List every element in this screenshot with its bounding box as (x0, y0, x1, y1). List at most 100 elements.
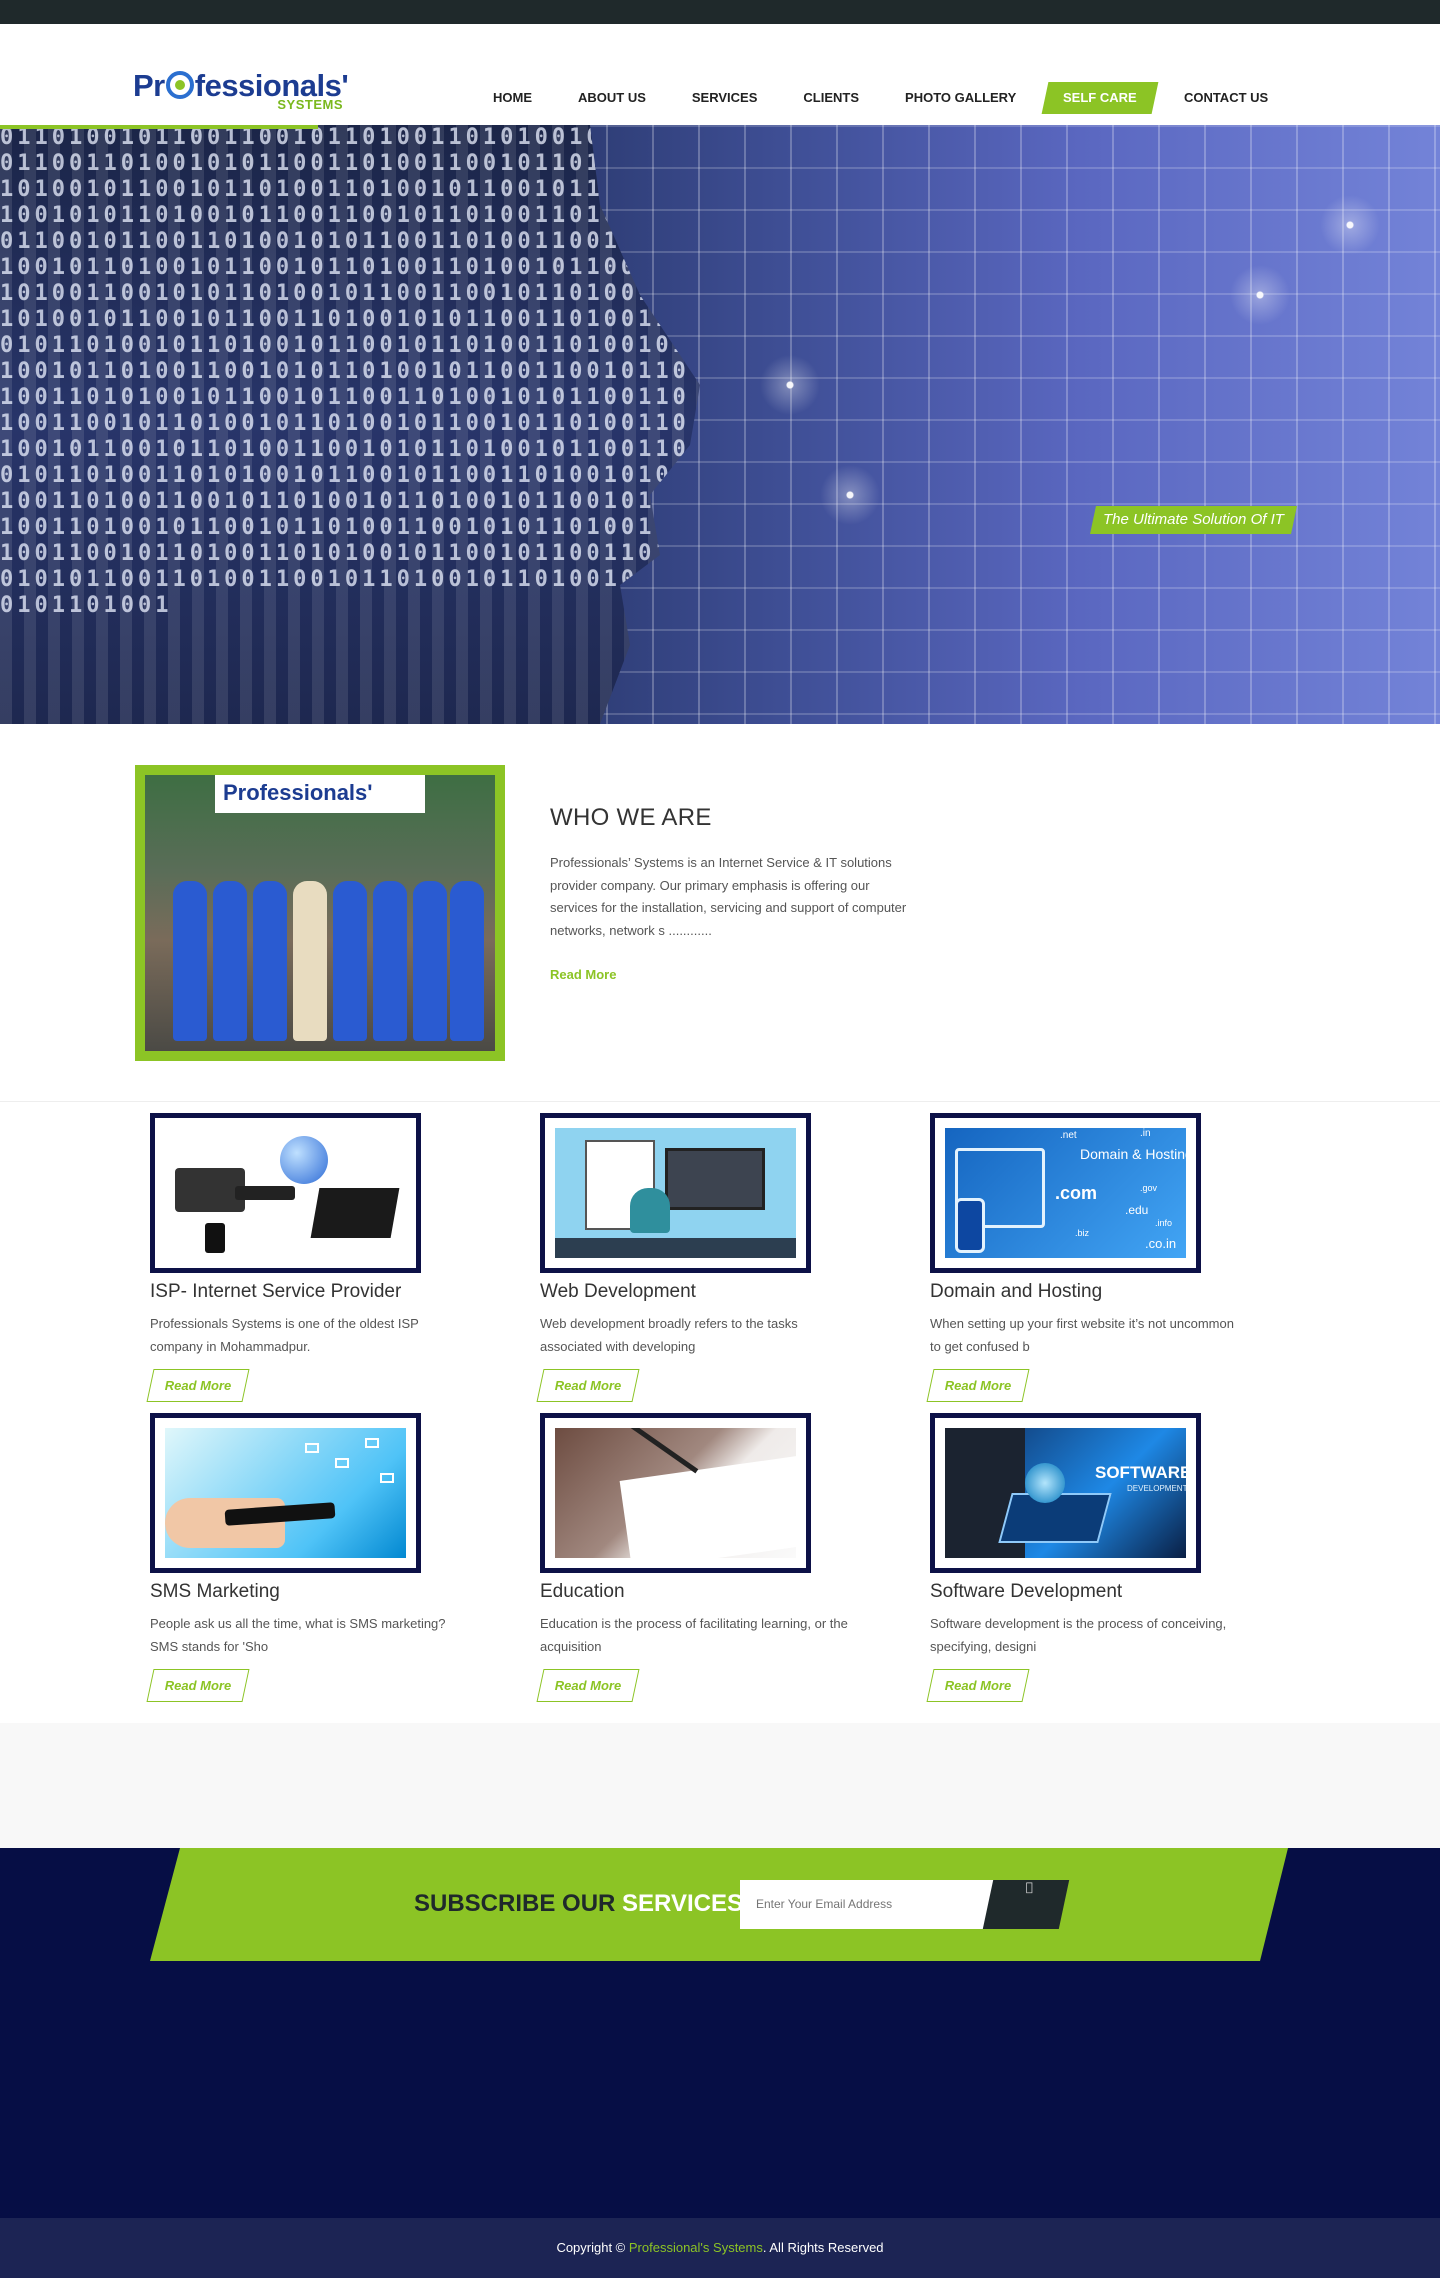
envelope-icon (365, 1438, 379, 1448)
service-title: Education (540, 1581, 625, 1602)
logo-subtitle: SYSTEMS (277, 97, 343, 112)
read-more-button[interactable]: Read More (146, 1669, 250, 1702)
service-thumbnail[interactable]: SOFTWARE DEVELOPMENT (930, 1413, 1201, 1573)
team-photo-image: Professionals' (145, 775, 495, 1051)
sms-marketing-image (165, 1428, 406, 1558)
education-image (555, 1428, 796, 1558)
tld-gov: .gov (1140, 1183, 1158, 1193)
service-thumbnail[interactable] (150, 1413, 421, 1573)
team-member-figure (173, 881, 207, 1041)
domain-hosting-label: Domain & Hosting (1080, 1146, 1186, 1162)
nav-clients[interactable]: CLIENTS (780, 82, 882, 114)
email-input[interactable] (740, 1880, 996, 1929)
service-card-web-development: Web Development Web development broadly … (536, 1103, 840, 1403)
desk-graphic (555, 1238, 796, 1258)
nav-contact-us[interactable]: CONTACT US (1161, 82, 1291, 114)
team-member-figure (253, 881, 287, 1041)
hero-sparkle (820, 465, 880, 525)
nav-services[interactable]: SERVICES (669, 82, 781, 114)
site-footer: Copyright © Professional's Systems. All … (0, 2218, 1440, 2278)
hero-sparkle (1320, 195, 1380, 255)
spacer-band (0, 1723, 1440, 1848)
service-card-sms-marketing: SMS Marketing People ask us all the time… (146, 1403, 450, 1703)
team-member-figure (213, 881, 247, 1041)
section-title: WHO WE ARE (550, 804, 712, 831)
service-text: Web development broadly refers to the ta… (540, 1316, 798, 1354)
hero-banner: 0110100101100110010110100110101001011001… (0, 125, 1440, 724)
service-text: Education is the process of facilitating… (540, 1616, 848, 1654)
who-we-are-section: Professionals' WHO WE ARE Professionals’… (0, 724, 1440, 1102)
service-title: Domain and Hosting (930, 1281, 1103, 1302)
software-sublabel: DEVELOPMENT (1127, 1484, 1186, 1493)
tld-edu: .edu (1125, 1203, 1149, 1217)
network-devices-image (165, 1128, 406, 1258)
service-text: Software development is the process of c… (930, 1616, 1227, 1654)
hero-sparkle (1230, 265, 1290, 325)
service-title: Software Development (930, 1581, 1123, 1602)
photo-banner-text: Professionals' (215, 775, 425, 813)
service-card-isp: ISP- Internet Service Provider Professio… (146, 1103, 450, 1403)
team-member-figure (413, 881, 447, 1041)
envelope-icon (305, 1443, 319, 1453)
copyright-prefix: Copyright © (556, 2240, 626, 2255)
tld-in: .in (1140, 1128, 1151, 1139)
service-thumbnail[interactable] (540, 1413, 811, 1573)
hero-tagline: The Ultimate Solution Of IT (1090, 506, 1297, 534)
nav-self-care[interactable]: SELF CARE (1041, 82, 1159, 114)
developer-figure (630, 1188, 670, 1233)
nav-photo-gallery[interactable]: PHOTO GALLERY (882, 82, 1039, 114)
nav-home[interactable]: HOME (470, 82, 555, 114)
main-nav: HOME ABOUT US SERVICES CLIENTS PHOTO GAL… (470, 82, 1291, 114)
pen-icon (621, 1428, 699, 1474)
envelope-icon (335, 1458, 349, 1468)
about-text: Professionals’ Systems is an Internet Se… (550, 855, 907, 938)
read-more-button[interactable]: Read More (146, 1369, 250, 1402)
site-logo[interactable]: Pr fessionals' SYSTEMS (133, 68, 349, 116)
tablet-icon (998, 1493, 1112, 1543)
laptop-icon (310, 1188, 400, 1238)
service-text: Professionals Systems is one of the olde… (150, 1316, 419, 1354)
subscribe-section: SUBSCRIBE OUR SERVICES  (0, 1848, 1440, 2218)
read-more-button[interactable]: Read More (926, 1369, 1030, 1402)
hero-sparkle (760, 355, 820, 415)
service-thumbnail[interactable]: Domain & Hosting .com .edu .co.in .net .… (930, 1113, 1201, 1273)
team-member-figure (450, 881, 484, 1041)
service-title: Web Development (540, 1281, 696, 1302)
team-member-figure (333, 881, 367, 1041)
read-more-button[interactable]: Read More (926, 1669, 1030, 1702)
service-card-software-development: SOFTWARE DEVELOPMENT Software Developmen… (926, 1403, 1230, 1703)
team-photo: Professionals' (135, 765, 505, 1061)
logo-o-icon (165, 71, 194, 99)
software-development-image: SOFTWARE DEVELOPMENT (945, 1428, 1186, 1558)
site-header: Pr fessionals' SYSTEMS HOME ABOUT US SERV… (0, 24, 1440, 125)
envelope-icon (380, 1473, 394, 1483)
copyright-suffix: . All Rights Reserved (762, 2240, 884, 2255)
web-development-image (555, 1128, 796, 1258)
service-card-domain-hosting: Domain & Hosting .com .edu .co.in .net .… (926, 1103, 1234, 1403)
hero-accent-line (0, 125, 318, 129)
hero-binary-digits: 0110100101100110010110100110101001011001… (0, 125, 690, 618)
team-member-figure (373, 881, 407, 1041)
subscribe-banner: SUBSCRIBE OUR SERVICES  (150, 1848, 1288, 1961)
paper-graphic (619, 1455, 796, 1558)
phone-icon (955, 1198, 985, 1253)
service-thumbnail[interactable] (150, 1113, 421, 1273)
domain-hosting-image: Domain & Hosting .com .edu .co.in .net .… (945, 1128, 1186, 1258)
tld-com: .com (1055, 1183, 1098, 1203)
read-more-button[interactable]: Read More (536, 1369, 640, 1402)
monitor-icon (665, 1148, 765, 1210)
team-member-figure (293, 881, 327, 1041)
read-more-button[interactable]: Read More (536, 1669, 640, 1702)
service-title: ISP- Internet Service Provider (150, 1281, 402, 1302)
phone-icon (205, 1223, 225, 1253)
software-label: SOFTWARE (1095, 1463, 1186, 1482)
subscribe-title: SUBSCRIBE OUR SERVICES (414, 1890, 743, 1917)
tld-biz: .biz (1075, 1228, 1090, 1238)
service-thumbnail[interactable] (540, 1113, 811, 1273)
footer-brand-link[interactable]: Professional's Systems (629, 2240, 763, 2255)
router-icon (235, 1186, 295, 1200)
nav-about-us[interactable]: ABOUT US (555, 82, 669, 114)
tld-net: .net (1060, 1130, 1077, 1141)
subscribe-submit-button[interactable]:  (982, 1880, 1070, 1929)
about-read-more-link[interactable]: Read More (550, 967, 616, 982)
